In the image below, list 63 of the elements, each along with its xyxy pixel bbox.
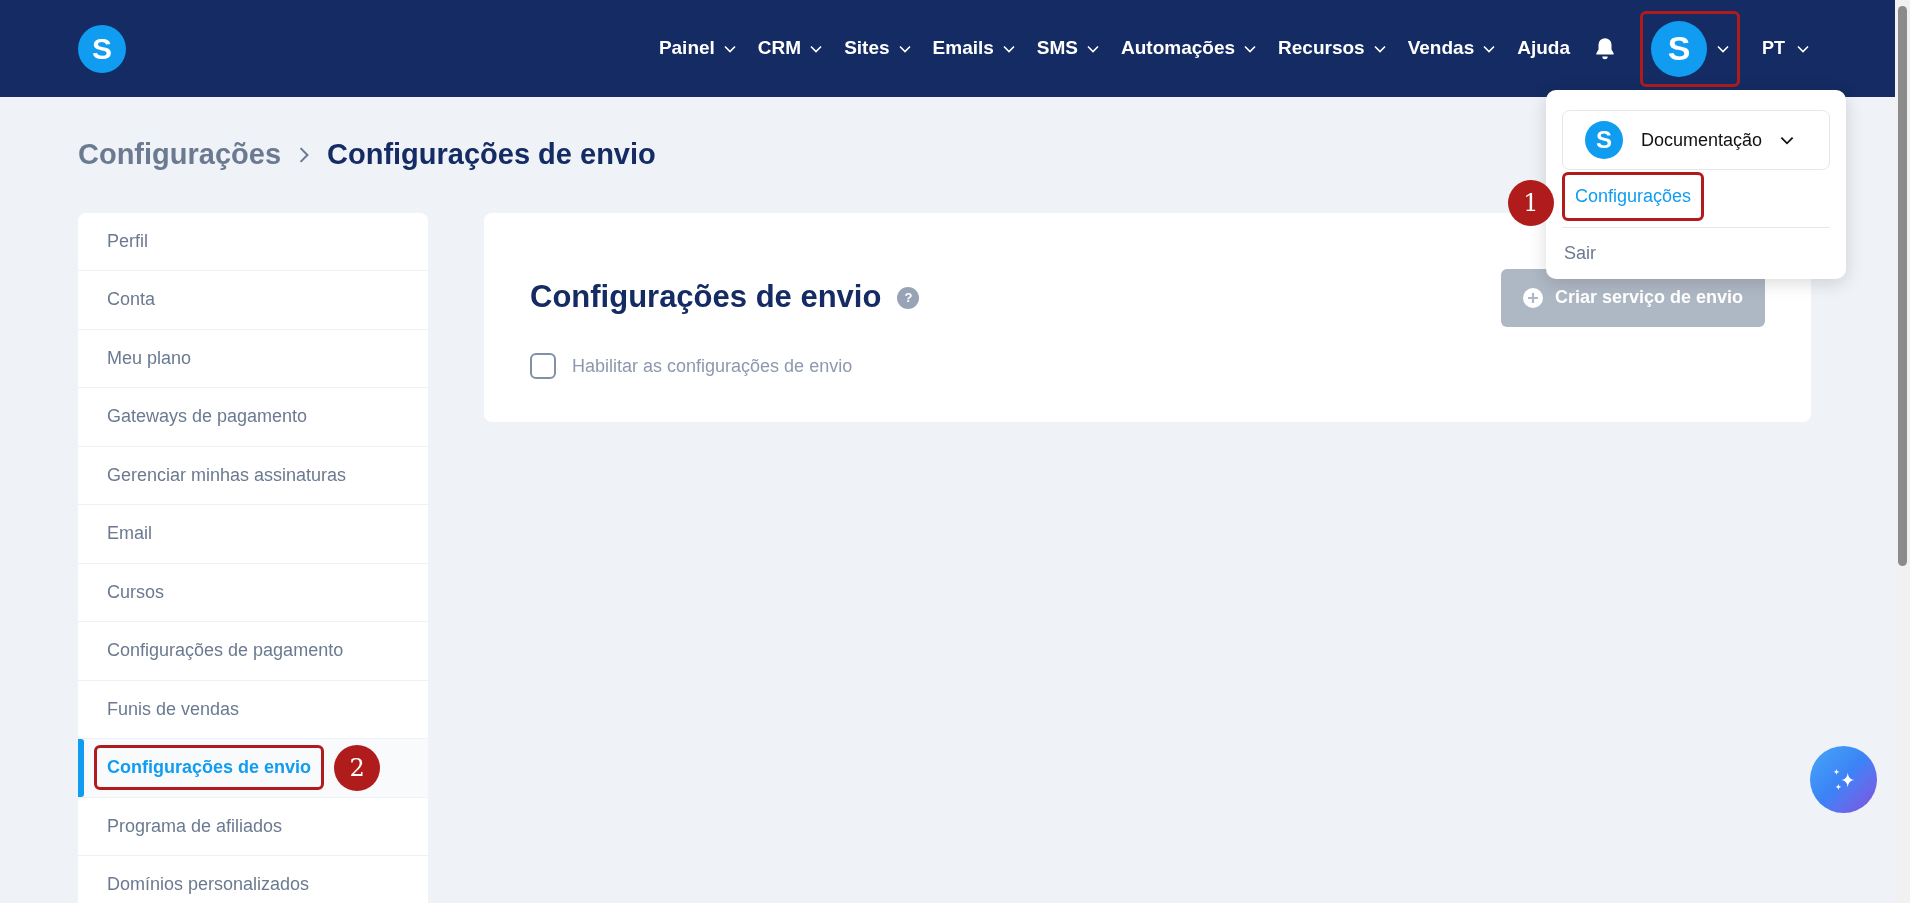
menu-item[interactable]: Configurações — [1562, 172, 1705, 221]
nav-menu[interactable]: Emails — [932, 34, 1015, 63]
sidebar-item[interactable]: Cursos — [78, 563, 428, 622]
sidebar-item[interactable]: Programa de afiliados — [78, 797, 428, 856]
sidebar-item-label: Perfil — [107, 229, 148, 253]
sidebar-item-label: Gerenciar minhas assinaturas — [107, 463, 347, 487]
nav-menu[interactable]: CRM — [757, 34, 823, 63]
nav-menu[interactable]: Recursos — [1278, 34, 1386, 63]
nav-menu[interactable]: SMS — [1036, 34, 1099, 63]
nav-menu[interactable]: Painel — [658, 34, 736, 63]
nav-menu[interactable]: Sites — [844, 34, 911, 63]
chevron-down-icon — [1780, 135, 1795, 145]
sidebar-item-label: Programa de afiliados — [107, 814, 283, 838]
sidebar-item[interactable]: Conta — [78, 271, 428, 330]
sidebar-item[interactable]: Gateways de pagamento — [78, 388, 428, 447]
sidebar-item-label: Cursos — [107, 580, 164, 604]
page-title: Configurações de envio — [327, 137, 656, 172]
sidebar-item[interactable]: Perfil — [78, 212, 428, 271]
nav-menu[interactable]: Vendas — [1407, 34, 1496, 63]
breadcrumb-link[interactable]: Configurações — [78, 133, 282, 177]
sidebar-item[interactable]: Meu plano — [78, 329, 428, 388]
checkbox[interactable] — [530, 353, 556, 379]
chevron-right-icon — [299, 146, 310, 163]
plus-circle-icon — [1522, 287, 1543, 308]
sidebar-item-label: Configurações de pagamento — [107, 639, 344, 663]
sidebar-item[interactable]: Configurações de envio 2 — [78, 739, 428, 798]
card-title: Configurações de envio — [530, 278, 882, 317]
step-number-badge: 1 — [1508, 180, 1554, 226]
nav-menu[interactable]: Ajuda — [1517, 34, 1570, 63]
sidebar-item[interactable]: Gerenciar minhas assinaturas — [78, 446, 428, 505]
sidebar-item-label: Email — [107, 522, 152, 546]
chevron-down-icon — [1717, 44, 1729, 53]
scrollbar[interactable] — [1895, 0, 1910, 903]
sidebar-item[interactable]: Email — [78, 505, 428, 564]
sidebar-item[interactable]: Configurações de pagamento — [78, 622, 428, 681]
chevron-down-icon — [1244, 44, 1257, 53]
chevron-down-icon — [1373, 44, 1386, 53]
sidebar-item-label: Funis de vendas — [107, 697, 240, 721]
sidebar-item-label: Domínios personalizados — [107, 873, 310, 897]
menu-item[interactable]: Sair — [1562, 236, 1598, 271]
avatar: S — [1651, 20, 1707, 77]
checkbox-label: Habilitar as configurações de envio — [572, 354, 853, 378]
chevron-down-icon — [1002, 44, 1015, 53]
chevron-down-icon — [810, 44, 823, 53]
account-menu-button[interactable]: S — [1640, 10, 1740, 87]
chevron-down-icon — [723, 44, 736, 53]
account-switcher[interactable]: S Documentação — [1562, 110, 1830, 170]
sidebar-item-label: Conta — [107, 288, 156, 312]
step-number-badge: 2 — [334, 744, 381, 791]
chevron-down-icon — [1087, 44, 1099, 53]
sidebar-item[interactable]: Domínios personalizados — [78, 856, 428, 903]
selection-indicator — [78, 739, 84, 797]
sidebar-item-label: Meu plano — [107, 346, 192, 370]
chevron-down-icon — [1797, 44, 1809, 53]
sidebar-item-label: Configurações de envio — [94, 745, 325, 791]
nav-menu[interactable]: Automações — [1121, 34, 1257, 63]
chevron-down-icon — [1483, 44, 1496, 53]
logo[interactable]: S — [78, 24, 126, 73]
help-icon[interactable]: ? — [897, 286, 920, 309]
sidebar-item-label: Gateways de pagamento — [107, 405, 308, 429]
account-avatar: S — [1585, 121, 1623, 159]
chevron-down-icon — [898, 44, 911, 53]
language-selector[interactable]: PT — [1762, 35, 1809, 62]
